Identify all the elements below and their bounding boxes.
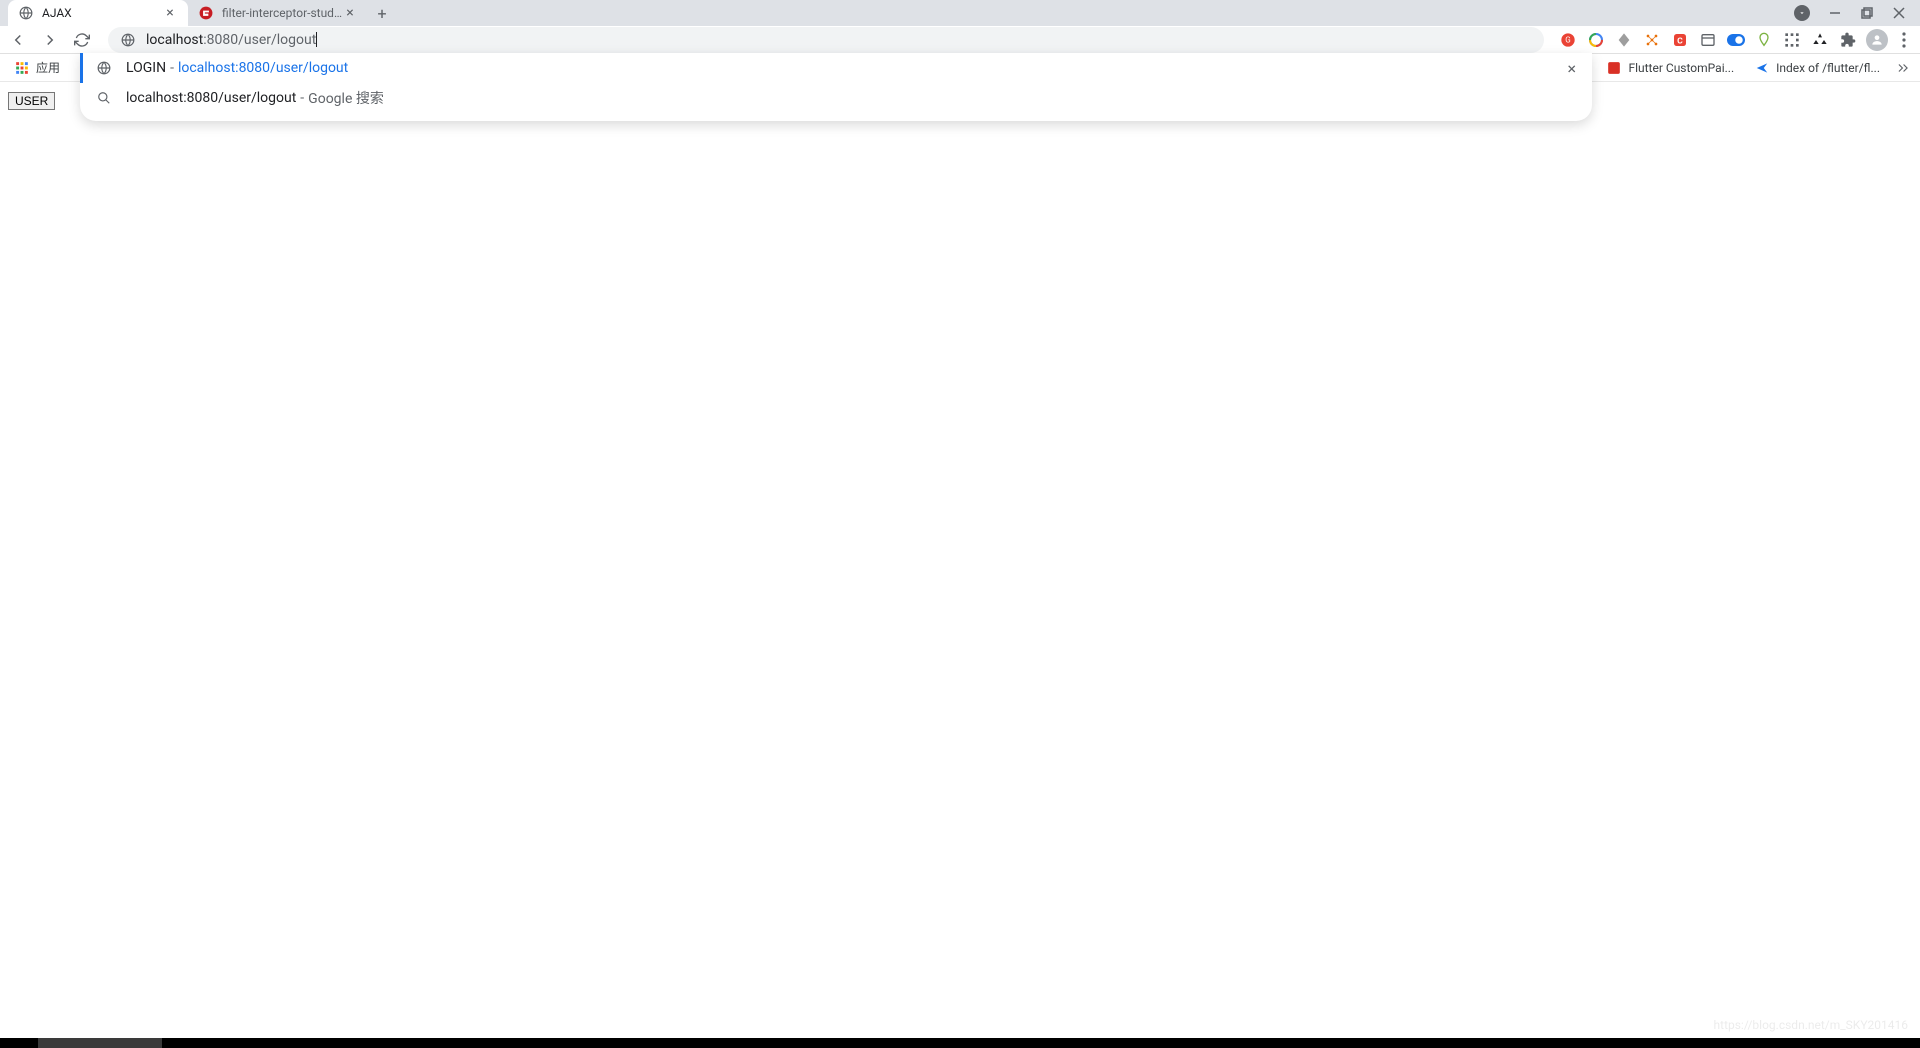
text-caret <box>316 32 317 47</box>
new-tab-button[interactable]: + <box>368 0 396 26</box>
tab-ajax[interactable]: AJAX × <box>8 0 188 26</box>
ext-icon-8[interactable] <box>1754 30 1774 50</box>
suggestion-title: LOGIN <box>126 60 166 76</box>
ext-icon-4[interactable] <box>1642 30 1662 50</box>
close-window-icon[interactable] <box>1892 6 1906 20</box>
ext-icon-9[interactable] <box>1782 30 1802 50</box>
address-bar[interactable]: localhost:8080/user/logout <box>108 27 1544 53</box>
bookmark-overflow-icon[interactable] <box>1896 61 1910 75</box>
suggestion-sep: - <box>300 90 304 106</box>
tab-title: AJAX <box>42 6 162 20</box>
taskbar-sliver <box>0 1038 1920 1048</box>
apps-grid-icon <box>14 60 30 76</box>
svg-text:G: G <box>1565 35 1570 44</box>
suggestion-sep: - <box>170 60 174 76</box>
globe-icon <box>18 5 34 21</box>
extension-icons: G C <box>1558 29 1912 51</box>
bookmark-label: Index of /flutter/fl... <box>1776 61 1880 75</box>
tab-strip: AJAX × filter-interceptor-study: filter-… <box>0 0 1920 26</box>
back-button[interactable] <box>8 30 28 50</box>
url-path: :8080/user/logout <box>203 32 316 48</box>
tab-title: filter-interceptor-study: filter-i <box>222 6 342 20</box>
account-indicator-icon[interactable] <box>1794 5 1810 21</box>
profile-avatar-icon[interactable] <box>1866 29 1888 51</box>
close-icon[interactable]: × <box>342 5 358 21</box>
watermark-text: https://blog.csdn.net/m_SKY201416 <box>1714 1018 1908 1032</box>
toolbar: localhost:8080/user/logout G C <box>0 26 1920 54</box>
ext-icon-2[interactable] <box>1586 30 1606 50</box>
suggestion-desc: Google 搜索 <box>308 88 384 108</box>
suggestion-text: localhost:8080/user/logout - Google 搜索 <box>126 88 1576 108</box>
search-icon <box>96 90 112 106</box>
forward-button[interactable] <box>40 30 60 50</box>
ext-icon-3[interactable] <box>1614 30 1634 50</box>
nav-buttons <box>8 30 92 50</box>
window-controls <box>1780 0 1920 26</box>
ext-icon-10[interactable] <box>1810 30 1830 50</box>
url-host: localhost <box>146 32 203 48</box>
omnibox-suggestions: LOGIN - localhost:8080/user/logout × loc… <box>80 53 1592 121</box>
omnibox-container: localhost:8080/user/logout <box>108 27 1544 53</box>
site-info-icon[interactable] <box>120 32 136 48</box>
user-button[interactable]: USER <box>8 92 55 110</box>
red-square-icon <box>1606 60 1622 76</box>
ext-icon-5[interactable]: C <box>1670 30 1690 50</box>
reload-button[interactable] <box>72 30 92 50</box>
suggestion-url: localhost:8080/user/logout <box>178 60 348 76</box>
ext-icon-7[interactable] <box>1726 30 1746 50</box>
suggestion-row-history[interactable]: LOGIN - localhost:8080/user/logout × <box>80 53 1592 83</box>
extensions-icon[interactable] <box>1838 30 1858 50</box>
tab-filter-interceptor[interactable]: filter-interceptor-study: filter-i × <box>188 0 368 26</box>
chrome-menu-icon[interactable] <box>1896 32 1912 48</box>
suggestion-text: LOGIN - localhost:8080/user/logout <box>126 60 1567 76</box>
close-icon[interactable]: × <box>162 5 178 21</box>
gitee-icon <box>198 5 214 21</box>
maximize-icon[interactable] <box>1860 6 1874 20</box>
svg-text:C: C <box>1677 36 1683 46</box>
url-text[interactable]: localhost:8080/user/logout <box>146 32 1532 48</box>
bookmark-label: Flutter CustomPai... <box>1628 61 1734 75</box>
apps-label: 应用 <box>36 59 60 76</box>
bookmark-index-flutter[interactable]: Index of /flutter/fl... <box>1750 58 1884 78</box>
blue-arrow-icon <box>1754 60 1770 76</box>
ext-icon-1[interactable]: G <box>1558 30 1578 50</box>
suggestion-row-search[interactable]: localhost:8080/user/logout - Google 搜索 <box>80 83 1592 113</box>
bookmark-flutter-custompaint[interactable]: Flutter CustomPai... <box>1602 58 1738 78</box>
ext-icon-6[interactable] <box>1698 30 1718 50</box>
minimize-icon[interactable] <box>1828 6 1842 20</box>
remove-suggestion-icon[interactable]: × <box>1567 59 1576 78</box>
apps-shortcut[interactable]: 应用 <box>10 57 64 78</box>
globe-icon <box>96 60 112 76</box>
suggestion-query: localhost:8080/user/logout <box>126 90 296 106</box>
